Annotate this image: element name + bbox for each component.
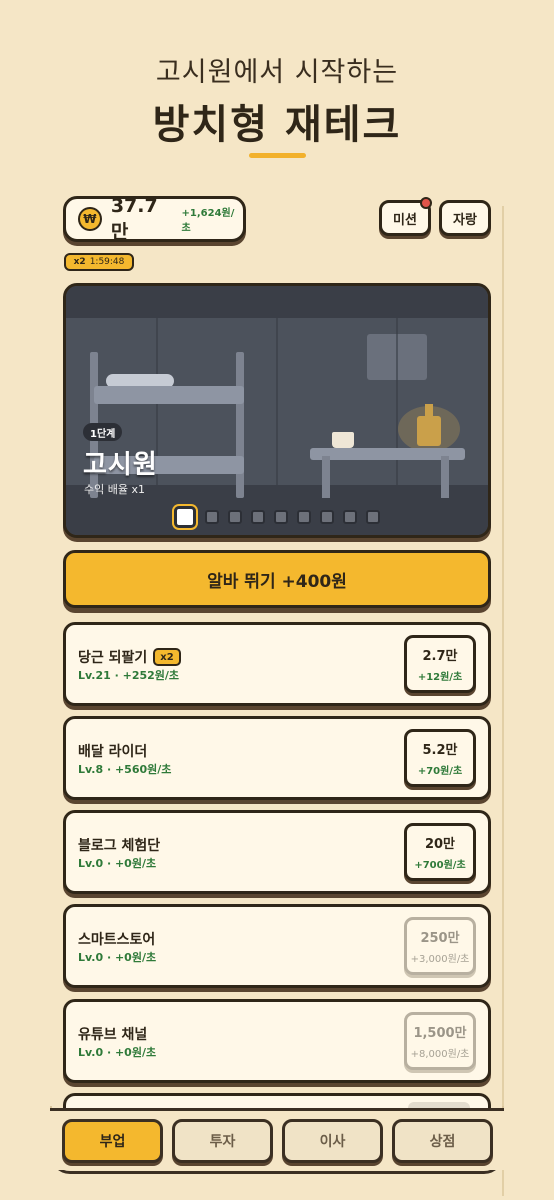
stage-badge: 1단계 (83, 423, 123, 441)
phone-edge (502, 206, 504, 1196)
hero-subtitle: 고시원에서 시작하는 (155, 57, 399, 88)
stage-dot[interactable] (251, 510, 265, 524)
window (367, 334, 427, 380)
bed-post (236, 352, 244, 498)
upgrade-button[interactable]: 250만 +3,000원/초 (404, 917, 476, 975)
job-name-label: 스마트스토어 (78, 932, 156, 948)
nav-tab[interactable]: 투자 (172, 1119, 273, 1163)
job-level: Lv.0 · +0원/초 (78, 1046, 157, 1059)
job-level: Lv.0 · +0원/초 (78, 857, 157, 870)
upgrade-income: +70원/초 (417, 766, 463, 777)
upgrade-cost: 1,500만 (413, 1026, 467, 1041)
multiplier-tag: x2 (153, 648, 181, 666)
stage-multiplier: 수익 배율 x1 (84, 483, 145, 496)
job-name: 유튜브 채널 (78, 1024, 147, 1044)
stage-dot[interactable] (174, 506, 196, 528)
stage-dot[interactable] (343, 510, 357, 524)
nav-tab[interactable]: 부업 (62, 1119, 163, 1163)
work-button[interactable]: 알바 뛰기 +400원 (63, 550, 491, 608)
job-level: Lv.8 · +560원/초 (78, 763, 172, 776)
stage-dot[interactable] (274, 510, 288, 524)
upgrade-cost: 250만 (420, 931, 460, 946)
wall-line (276, 318, 278, 488)
lamp (417, 416, 441, 446)
upgrade-cost: 20만 (424, 837, 456, 852)
hero-underline (249, 153, 306, 158)
won-coin-icon: ₩ (78, 207, 102, 231)
boost-timer: 1:59:48 (89, 257, 125, 267)
upgrade-cost: 5.2만 (422, 743, 458, 758)
bed-upper (94, 386, 244, 404)
stage-dot[interactable] (297, 510, 311, 524)
money-amount: 37.7만 (110, 194, 158, 243)
job-card: 블로그 체험단 Lv.0 · +0원/초 20만 +700원/초 (63, 810, 491, 894)
job-name-label: 당근 되팔기 (78, 650, 148, 666)
desk-leg (322, 456, 330, 498)
upgrade-income: +12원/초 (417, 672, 463, 683)
stage-dot[interactable] (366, 510, 380, 524)
nav-tab[interactable]: 이사 (282, 1119, 383, 1163)
upgrade-income: +700원/초 (414, 860, 466, 871)
upgrade-button[interactable]: 20만 +700원/초 (404, 823, 476, 881)
job-name: 배달 라이더 (78, 741, 147, 761)
job-card: 배달 라이더 Lv.8 · +560원/초 5.2만 +70원/초 (63, 716, 491, 800)
upgrade-cost: 2.7만 (422, 649, 458, 664)
upgrade-income: +8,000원/초 (410, 1049, 470, 1060)
job-name: 블로그 체험단 (78, 835, 160, 855)
upgrade-button[interactable]: 5.2만 +70원/초 (404, 729, 476, 787)
stage-dot[interactable] (320, 510, 334, 524)
ceiling (66, 286, 488, 318)
job-level: Lv.21 · +252원/초 (78, 669, 180, 682)
job-card: 당근 되팔기 x2 Lv.21 · +252원/초 2.7만 +12원/초 (63, 622, 491, 706)
stage-scene: 1단계 고시원 수익 배율 x1 (63, 283, 491, 538)
notification-dot (420, 197, 432, 209)
upgrade-button[interactable]: 1,500만 +8,000원/초 (404, 1012, 476, 1070)
upgrade-income: +3,000원/초 (410, 954, 470, 965)
job-name-label: 블로그 체험단 (78, 838, 161, 854)
job-name-label: 유튜브 채널 (78, 1027, 148, 1043)
brag-button[interactable]: 자랑 (439, 200, 491, 236)
money-display: ₩ 37.7만 +1,624원/초 (63, 194, 246, 243)
boost-multiplier: x2 (73, 257, 86, 267)
job-level: Lv.0 · +0원/초 (78, 951, 157, 964)
nav-tab[interactable]: 상점 (392, 1119, 493, 1163)
boost-badge[interactable]: x2 1:59:48 (64, 253, 134, 271)
stage-pager (174, 506, 380, 528)
upgrade-button[interactable]: 2.7만 +12원/초 (404, 635, 476, 693)
stage-name: 고시원 (83, 450, 158, 480)
job-name: 당근 되팔기 x2 (78, 647, 181, 667)
job-card: 유튜브 채널 Lv.0 · +0원/초 1,500만 +8,000원/초 (63, 999, 491, 1083)
job-name: 스마트스토어 (78, 929, 155, 949)
desk-leg (441, 456, 449, 498)
job-name-label: 배달 라이더 (78, 744, 148, 760)
stage-dot[interactable] (205, 510, 219, 524)
job-card: 스마트스토어 Lv.0 · +0원/초 250만 +3,000원/초 (63, 904, 491, 988)
bottom-nav: 부업 투자 이사 상점 (50, 1108, 504, 1170)
money-rate: +1,624원/초 (181, 208, 235, 234)
cup (332, 432, 354, 448)
stage-dot[interactable] (228, 510, 242, 524)
hero-title: 방치형 재테크 (152, 102, 402, 148)
